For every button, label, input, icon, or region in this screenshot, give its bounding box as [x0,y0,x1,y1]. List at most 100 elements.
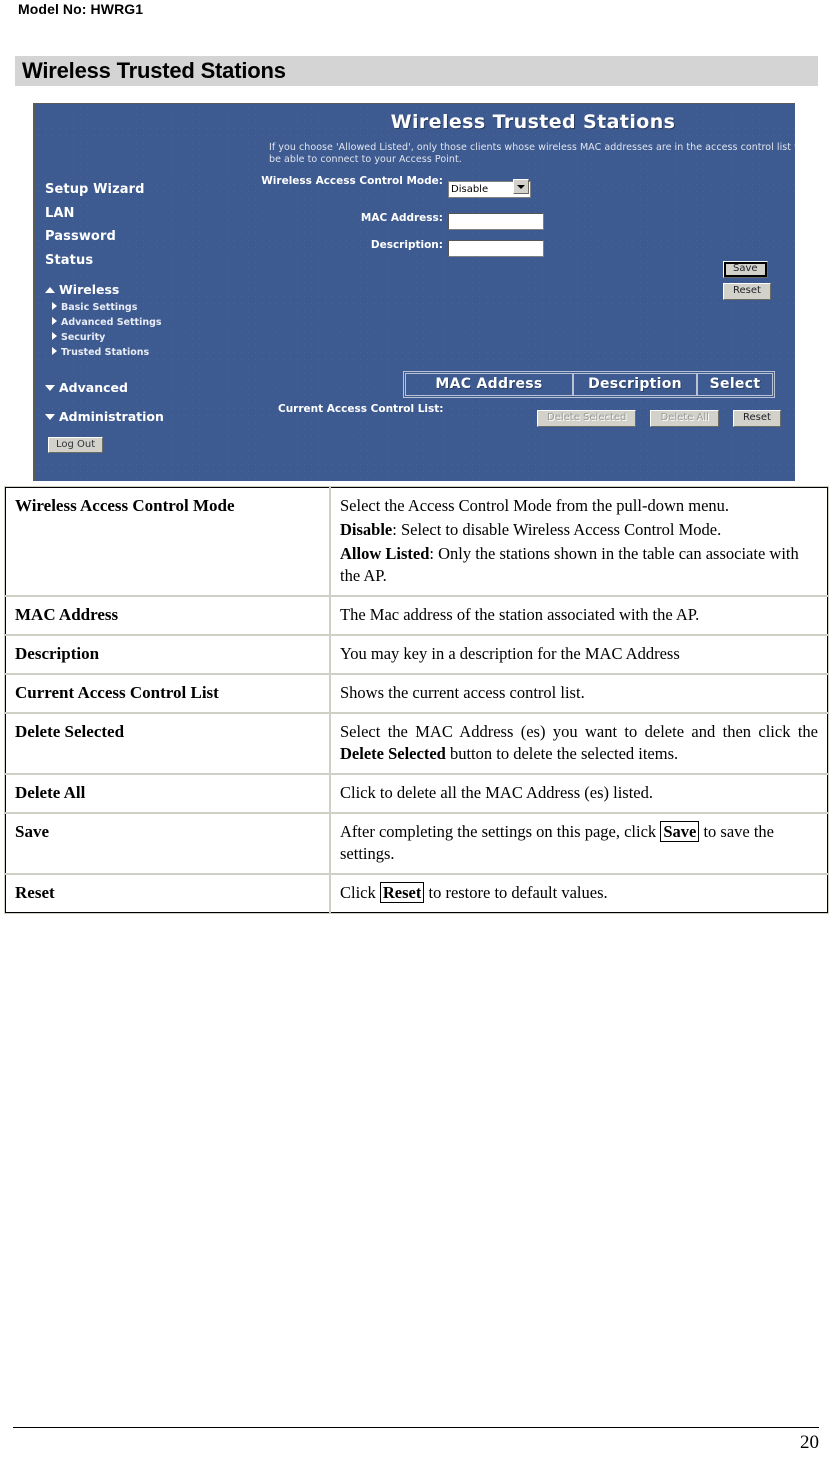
line-text: You may key in a description for the MAC… [340,644,680,663]
row-line: Select the MAC Address (es) you want to … [340,721,818,765]
sidebar-group-administration[interactable]: Administration [45,409,235,424]
triangle-up-icon [45,287,55,293]
row-value: The Mac address of the station associate… [329,595,829,636]
line-text: Click to delete all the MAC Address (es)… [340,783,653,802]
current-access-control-list-label: Current Access Control List: [278,403,444,415]
row-value: Select the Access Control Mode from the … [329,486,829,597]
sidebar-item-security[interactable]: Security [45,330,235,345]
section-heading-bar: Wireless Trusted Stations [15,56,818,86]
row-key: Reset [4,873,331,914]
row-value: Click Reset to restore to default values… [329,873,829,914]
sidebar-group-advanced[interactable]: Advanced [45,380,235,395]
arrow-right-icon [52,302,57,310]
row-key: Wireless Access Control Mode [4,486,331,597]
access-control-list-table: MAC Address Description Select [403,371,775,398]
access-control-mode-select[interactable]: Disable Allow Listed [448,181,531,198]
row-value: You may key in a description for the MAC… [329,634,829,675]
inline-reset-button-glyph: Reset [379,882,425,903]
row-key: Save [4,812,331,875]
page-title: Wireless Trusted Stations [22,58,286,83]
triangle-down-icon [45,385,55,391]
line-text: Select the Access Control Mode from the … [340,496,730,515]
arrow-right-icon [52,332,57,340]
line-pre: After completing the settings on this pa… [340,822,661,841]
log-out-button[interactable]: Log Out [48,437,104,453]
table-row: Wireless Access Control Mode Select the … [4,486,829,597]
acl-button-row: Delete Selected Delete All Reset [528,405,781,427]
row-line: Shows the current access control list. [340,682,818,704]
row-line: Click Reset to restore to default values… [340,882,818,904]
table-row: Current Access Control List Shows the cu… [4,673,829,714]
reset-button[interactable]: Reset [723,283,771,300]
row-line: Select the Access Control Mode from the … [340,495,818,517]
row-value: Select the MAC Address (es) you want to … [329,712,829,775]
sidebar-group-advanced-label: Advanced [59,380,128,395]
line-bold: Disable [340,520,393,539]
sidebar-item-security-label: Security [61,332,106,343]
line-pre: Select the MAC Address (es) you want to … [340,722,818,741]
row-key: Description [4,634,331,675]
row-key: Current Access Control List [4,673,331,714]
sidebar-group-wireless-label: Wireless [59,282,120,297]
row-line: You may key in a description for the MAC… [340,643,818,665]
sidebar-item-advanced-settings-label: Advanced Settings [61,317,162,328]
table-row: Reset Click Reset to restore to default … [4,873,829,914]
mac-address-label: MAC Address: [360,212,443,224]
arrow-right-icon [52,347,57,355]
sidebar-group-wireless[interactable]: Wireless [45,282,235,297]
row-value: Click to delete all the MAC Address (es)… [329,773,829,814]
model-number-header: Model No: HWRG1 [18,1,144,17]
acl-column-mac-address: MAC Address [405,373,573,396]
row-value: Shows the current access control list. [329,673,829,714]
page-number: 20 [800,1432,819,1453]
table-row: Delete All Click to delete all the MAC A… [4,773,829,814]
router-ui-screenshot: Wireless Trusted Stations If you choose … [33,103,795,481]
access-control-mode-select-wrapper: Disable Allow Listed [448,177,531,198]
footer-divider [13,1427,819,1428]
row-key: MAC Address [4,595,331,636]
inline-save-button-glyph: Save [660,821,700,842]
sidebar-item-basic-settings[interactable]: Basic Settings [45,300,235,315]
row-line: The Mac address of the station associate… [340,604,818,626]
row-value: After completing the settings on this pa… [329,812,829,875]
trusted-stations-form: Wireless Access Control Mode: Disable Al… [261,174,795,262]
sidebar-item-advanced-settings[interactable]: Advanced Settings [45,315,235,330]
sidebar-item-basic-settings-label: Basic Settings [61,302,138,313]
sidebar-item-trusted-stations[interactable]: Trusted Stations [45,345,235,360]
mac-address-input[interactable] [448,213,544,230]
field-description-table: Wireless Access Control Mode Select the … [4,486,829,914]
table-row: MAC Address The Mac address of the stati… [4,595,829,636]
table-row: Delete Selected Select the MAC Address (… [4,712,829,775]
delete-selected-button[interactable]: Delete Selected [537,410,637,427]
line-text: to restore to default values. [424,883,608,902]
sidebar-item-status[interactable]: Status [45,249,235,273]
line-bold: Allow Listed [340,544,430,563]
acl-reset-button[interactable]: Reset [733,410,781,427]
delete-all-button[interactable]: Delete All [650,410,719,427]
save-button[interactable]: Save [723,261,768,278]
row-line: Disable: Select to disable Wireless Acce… [340,519,818,541]
acl-column-description: Description [573,373,697,396]
line-pre: Click [340,883,380,902]
description-input[interactable] [448,240,544,257]
table-row: Save After completing the settings on th… [4,812,829,875]
row-line: Click to delete all the MAC Address (es)… [340,782,818,804]
form-button-row: Save Reset [713,256,795,300]
ui-panel-title: Wireless Trusted Stations [390,111,676,133]
line-text: button to delete the selected items. [445,744,679,763]
acl-column-select: Select [697,373,773,396]
line-bold: Delete Selected [340,744,446,763]
arrow-right-icon [52,317,57,325]
triangle-down-icon [45,414,55,420]
sidebar-group-administration-label: Administration [59,409,164,424]
line-text: The Mac address of the station associate… [340,605,700,624]
access-control-mode-label: Wireless Access Control Mode: [261,175,443,187]
ui-panel-description: If you choose 'Allowed Listed', only tho… [269,142,795,165]
table-row: Description You may key in a description… [4,634,829,675]
row-line: After completing the settings on this pa… [340,821,818,865]
sidebar-item-trusted-stations-label: Trusted Stations [61,347,150,358]
line-text: Shows the current access control list. [340,683,585,702]
row-key: Delete All [4,773,331,814]
row-line: Allow Listed: Only the stations shown in… [340,543,818,587]
row-key: Delete Selected [4,712,331,775]
